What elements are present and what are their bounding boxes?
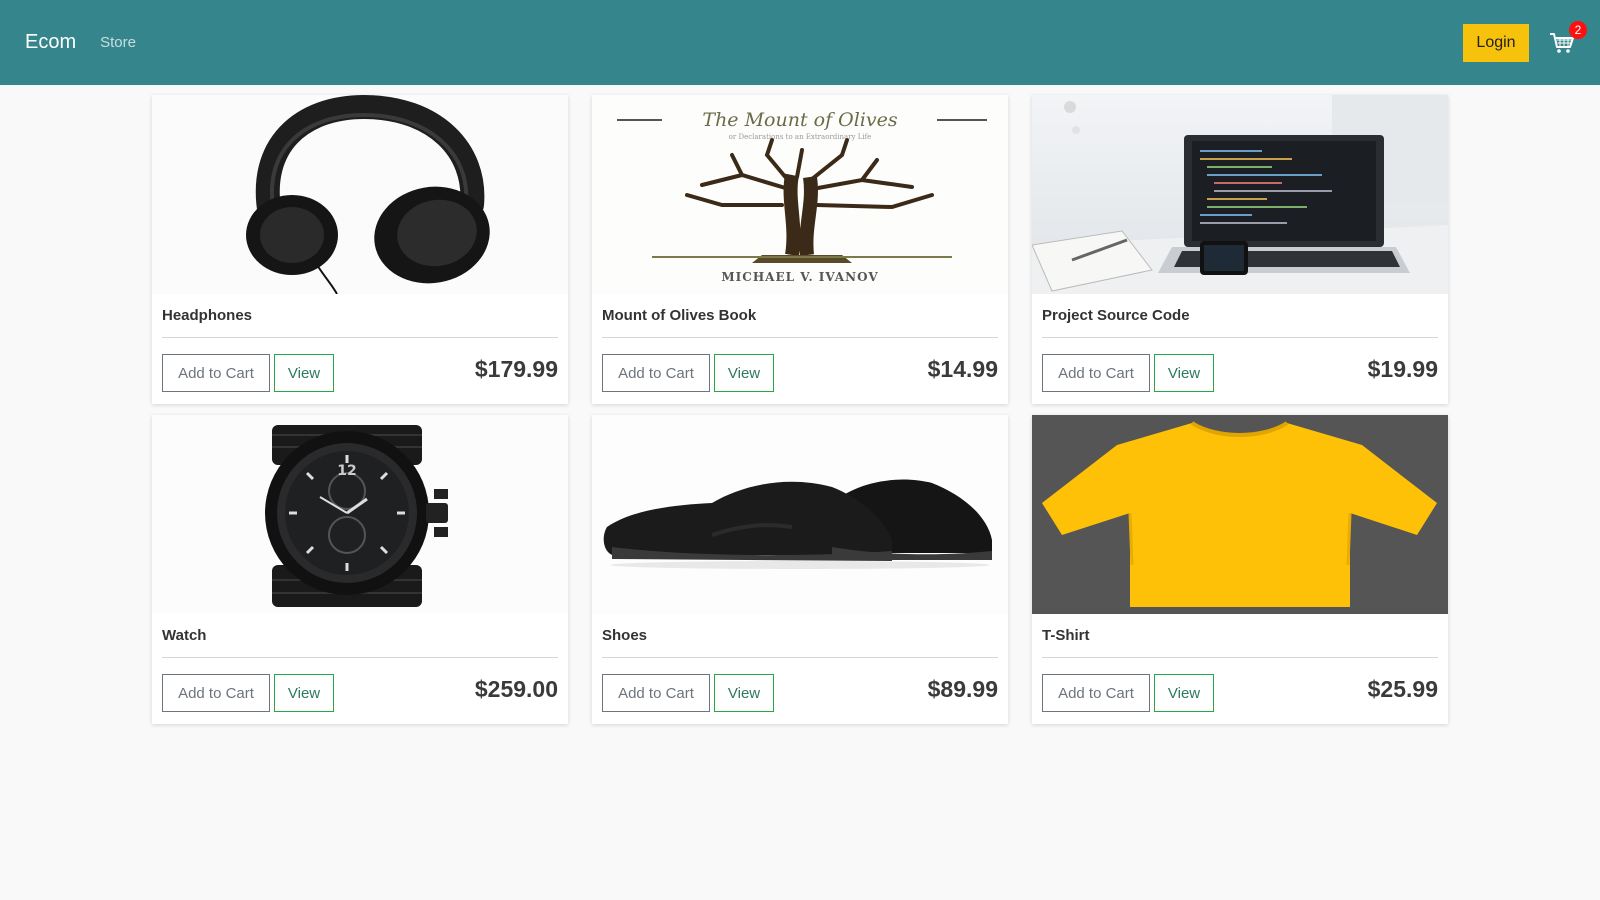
view-button[interactable]: View xyxy=(274,674,334,712)
product-title: Mount of Olives Book xyxy=(602,294,998,338)
product-image-shoes xyxy=(592,415,1008,614)
add-to-cart-button[interactable]: Add to Cart xyxy=(1042,354,1150,392)
product-price: $14.99 xyxy=(927,355,998,382)
top-navbar: Ecom Store Login 2 xyxy=(0,0,1600,85)
product-image-watch: 12 xyxy=(152,415,568,614)
product-title: Watch xyxy=(162,614,558,658)
add-to-cart-button[interactable]: Add to Cart xyxy=(602,674,710,712)
cart-count-badge: 2 xyxy=(1569,20,1587,39)
product-image-tshirt xyxy=(1032,415,1448,614)
product-price: $25.99 xyxy=(1367,675,1438,702)
product-card: The Mount of Olives or Declarations to a… xyxy=(592,95,1008,404)
product-image-book: The Mount of Olives or Declarations to a… xyxy=(592,95,1008,294)
navbar-right-group: Login 2 xyxy=(1463,20,1587,62)
product-card: T-Shirt Add to Cart View $25.99 xyxy=(1032,415,1448,724)
book-cover-author: MICHAEL V. IVANOV xyxy=(721,270,878,284)
product-image-laptop xyxy=(1032,95,1448,294)
product-title: T-Shirt xyxy=(1042,614,1438,658)
cart-button[interactable]: 2 xyxy=(1549,20,1587,56)
book-cover-title: The Mount of Olives xyxy=(702,109,897,131)
product-price: $259.00 xyxy=(474,675,558,702)
watch-dial-numeral: 12 xyxy=(337,463,356,479)
login-button[interactable]: Login xyxy=(1463,23,1529,62)
view-button[interactable]: View xyxy=(274,354,334,392)
view-button[interactable]: View xyxy=(714,674,774,712)
product-title: Project Source Code xyxy=(1042,294,1438,338)
product-price: $179.99 xyxy=(474,355,558,382)
product-price: $19.99 xyxy=(1367,355,1438,382)
product-card: Shoes Add to Cart View $89.99 xyxy=(592,415,1008,724)
add-to-cart-button[interactable]: Add to Cart xyxy=(162,674,270,712)
product-title: Shoes xyxy=(602,614,998,658)
store-nav-link[interactable]: Store xyxy=(100,34,136,51)
book-cover-subtitle: or Declarations to an Extraordinary Life xyxy=(729,133,872,141)
product-title: Headphones xyxy=(162,294,558,338)
product-price: $89.99 xyxy=(927,675,998,702)
product-image-headphones xyxy=(152,95,568,294)
product-card: Headphones Add to Cart View $179.99 xyxy=(152,95,568,404)
add-to-cart-button[interactable]: Add to Cart xyxy=(162,354,270,392)
product-card: Project Source Code Add to Cart View $19… xyxy=(1032,95,1448,404)
view-button[interactable]: View xyxy=(1154,354,1214,392)
view-button[interactable]: View xyxy=(1154,674,1214,712)
add-to-cart-button[interactable]: Add to Cart xyxy=(602,354,710,392)
product-card: 12 Watch Add to Cart View $259.00 xyxy=(152,415,568,724)
view-button[interactable]: View xyxy=(714,354,774,392)
add-to-cart-button[interactable]: Add to Cart xyxy=(1042,674,1150,712)
brand-logo-link[interactable]: Ecom xyxy=(25,31,76,54)
product-grid: Headphones Add to Cart View $179.99 The … xyxy=(152,95,1448,724)
